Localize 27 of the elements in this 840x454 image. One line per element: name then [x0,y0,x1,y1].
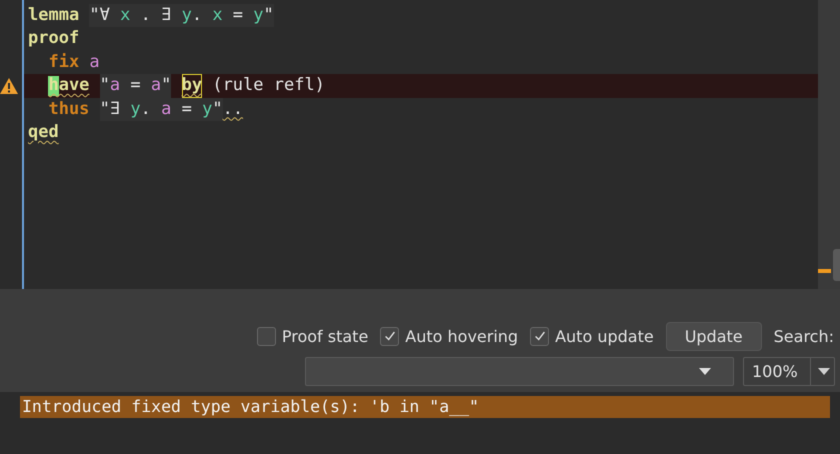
check-icon [382,329,397,343]
checkbox-label[interactable]: Proof state [282,326,368,346]
keyword: qed [28,120,59,144]
scrollbar-thumb[interactable] [833,249,840,281]
checkbox[interactable] [380,326,400,346]
quoted-term: "∀ x . ∃ y. x = y" [89,4,274,28]
search-label: Search: [774,326,834,346]
warning-marker [818,269,831,273]
checkbox[interactable] [530,326,550,346]
output-message: Introduced fixed type variable(s): 'b in "a__" [20,396,830,418]
code-text: .. [222,98,244,121]
zoom-dropdown[interactable]: 100% [743,357,835,386]
caret-icon[interactable] [818,368,830,376]
keyword: lemma [28,4,80,27]
checkbox-label[interactable]: Auto hovering [405,326,518,346]
code-text: (rule refl) [212,74,325,98]
quoted-term: "∃ y. a = y" [100,98,223,121]
check-icon [532,329,547,343]
quoted-term: "a = a" [100,74,172,98]
checkbox[interactable] [256,326,276,346]
keyword: thus [48,98,90,121]
caret-icon[interactable] [699,368,711,376]
code-text: a [89,50,100,74]
checkbox-label[interactable]: Auto update [555,326,654,346]
keyword: fix [48,50,80,74]
update-button[interactable]: Update [666,322,762,350]
keyword: proof [28,27,80,50]
